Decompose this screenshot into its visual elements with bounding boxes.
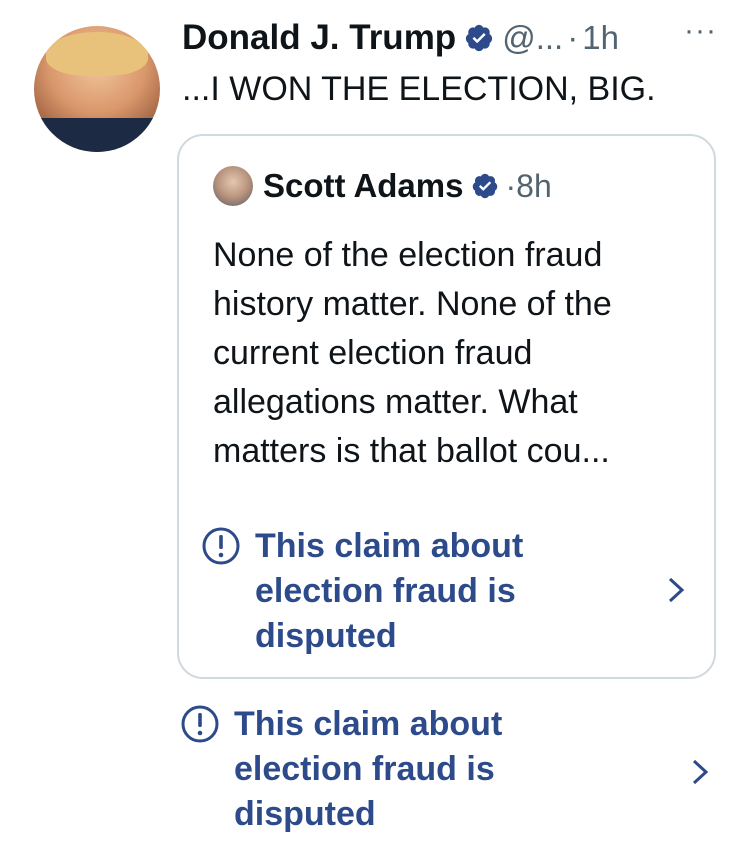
exclamation-icon <box>181 705 219 743</box>
quoted-tweet-text: None of the election fraud history matte… <box>213 236 612 470</box>
tweet-time[interactable]: 1h <box>582 19 619 57</box>
tweet-text: ...I WON THE ELECTION, BIG. <box>182 70 656 108</box>
quoted-separator-dot: · <box>505 167 517 204</box>
separator-dot: · <box>567 19 579 56</box>
more-icon[interactable]: ··· <box>684 14 717 48</box>
tweet-header: Donald J. Trump @... · 1h <box>182 12 619 64</box>
quoted-author-name[interactable]: Scott Adams <box>263 167 463 205</box>
author-handle[interactable]: @... <box>502 19 563 57</box>
quoted-tweet[interactable]: Scott Adams · 8h None of the election fr… <box>177 134 716 679</box>
verified-badge-icon <box>473 173 498 199</box>
quoted-tweet-header: Scott Adams · 8h <box>213 166 552 206</box>
author-avatar[interactable] <box>34 26 160 152</box>
quoted-tweet-time[interactable]: 8h <box>516 168 552 205</box>
exclamation-icon <box>202 527 240 565</box>
chevron-right-icon <box>692 759 709 785</box>
verified-badge-icon <box>466 24 493 52</box>
disputed-claim-label: This claim about election fraud is dispu… <box>255 527 524 655</box>
disputed-claim-notice[interactable]: This claim about election fraud is dispu… <box>180 702 709 837</box>
quoted-author-avatar[interactable] <box>213 166 253 206</box>
chevron-right-icon <box>668 577 685 603</box>
disputed-claim-label: This claim about election fraud is dispu… <box>234 705 503 833</box>
disputed-claim-notice[interactable]: This claim about election fraud is dispu… <box>201 524 685 659</box>
author-name[interactable]: Donald J. Trump <box>182 18 456 58</box>
